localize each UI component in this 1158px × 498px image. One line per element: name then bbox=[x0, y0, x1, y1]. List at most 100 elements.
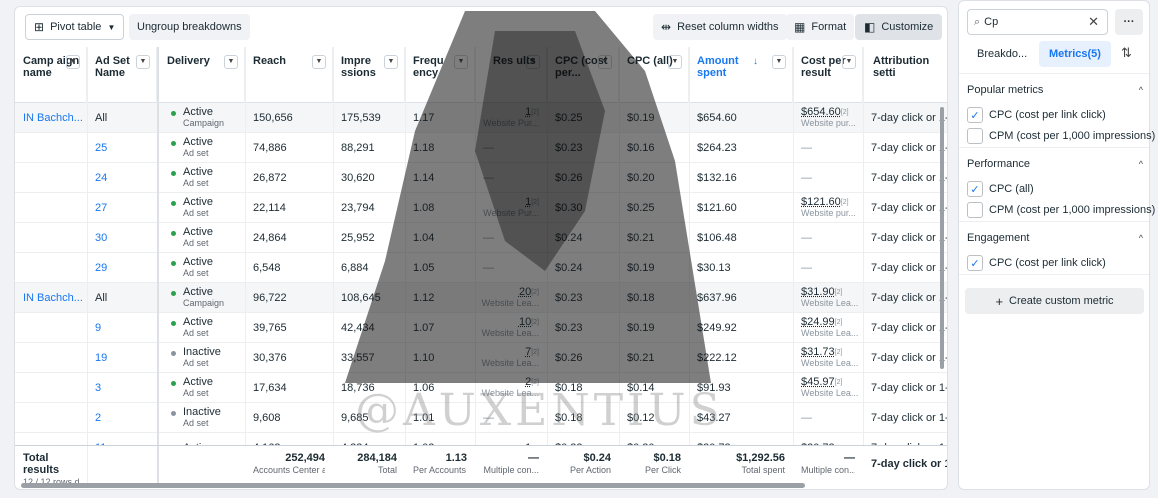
header-attribution-setting[interactable]: Attribution setti bbox=[863, 47, 947, 103]
section-header[interactable]: Popular metrics ^ bbox=[967, 81, 1143, 99]
table-row[interactable]: 25 Active Ad set 74,886 88,291 1.18— $0.23 $0.1… bbox=[15, 133, 947, 163]
checkbox-checked[interactable]: ✓ bbox=[967, 107, 983, 123]
checkbox-unchecked[interactable] bbox=[967, 202, 983, 218]
header-amount-spent[interactable]: Amount spent ▼ bbox=[689, 47, 793, 103]
header-frequency[interactable]: Frequ ency ▼ bbox=[405, 47, 475, 103]
chevron-down-icon[interactable]: ▼ bbox=[668, 55, 682, 69]
adset-cell[interactable]: 30 bbox=[87, 223, 157, 253]
adset-cell[interactable]: 3 bbox=[87, 373, 157, 403]
adset-cell[interactable]: 11 bbox=[87, 433, 157, 445]
adset-cell[interactable]: All bbox=[87, 283, 157, 313]
cell-value[interactable]: $121.60 bbox=[801, 197, 841, 208]
tab-breakdowns[interactable]: Breakdo... bbox=[967, 41, 1037, 67]
metric-option[interactable]: CPM (cost per 1,000 impressions) bbox=[967, 200, 1155, 220]
campaign-cell[interactable] bbox=[15, 343, 87, 373]
more-options-button[interactable]: ··· bbox=[1115, 9, 1143, 35]
header-results[interactable]: Res ults ▼ bbox=[475, 47, 547, 103]
metric-option[interactable]: CPM (cost per 1,000 impressions) bbox=[967, 126, 1155, 146]
campaign-cell[interactable] bbox=[15, 373, 87, 403]
chevron-up-icon[interactable]: ^ bbox=[1139, 233, 1143, 243]
adset-cell[interactable]: 24 bbox=[87, 163, 157, 193]
cell-value[interactable]: $24.99 bbox=[801, 317, 835, 328]
table-row[interactable]: IN Bachch... All Active Campaign 150,656 175,… bbox=[15, 103, 947, 133]
table-row[interactable]: 9 Active Ad set 39,765 42,434 1.07 10 [2] Websit… bbox=[15, 313, 947, 343]
reset-column-widths-button[interactable]: ⇹ Reset column widths bbox=[653, 14, 787, 40]
adset-cell[interactable]: 2 bbox=[87, 403, 157, 433]
campaign-cell[interactable] bbox=[15, 223, 87, 253]
section-header[interactable]: Performance ^ bbox=[967, 155, 1143, 173]
header-reach[interactable]: Reach ▼ bbox=[245, 47, 333, 103]
cell-value[interactable]: $31.73 bbox=[801, 347, 835, 358]
close-icon[interactable]: ✕ bbox=[1088, 14, 1099, 30]
section-header[interactable]: Engagement ^ bbox=[967, 229, 1143, 247]
campaign-cell[interactable] bbox=[15, 433, 87, 445]
adset-cell[interactable]: 25 bbox=[87, 133, 157, 163]
cell-value[interactable]: $31.90 bbox=[801, 287, 835, 298]
adset-cell[interactable]: 29 bbox=[87, 253, 157, 283]
campaign-cell[interactable] bbox=[15, 193, 87, 223]
ungroup-breakdowns-button[interactable]: Ungroup breakdowns bbox=[129, 14, 250, 40]
horizontal-scrollbar[interactable] bbox=[21, 483, 805, 488]
cell-value[interactable]: 10 bbox=[519, 317, 531, 328]
chevron-down-icon[interactable]: ▼ bbox=[66, 55, 80, 69]
campaign-cell[interactable] bbox=[15, 163, 87, 193]
customize-button[interactable]: ◧ Customize bbox=[855, 14, 943, 40]
table-row[interactable]: IN Bachch... All Active Campaign 96,722 108,6… bbox=[15, 283, 947, 313]
header-impressions[interactable]: Impre ssions ▼ bbox=[333, 47, 405, 103]
campaign-cell[interactable] bbox=[15, 313, 87, 343]
totals-value: 252,494 bbox=[285, 452, 325, 464]
campaign-cell[interactable] bbox=[15, 403, 87, 433]
chevron-down-icon[interactable]: ▼ bbox=[598, 55, 612, 69]
chevron-up-icon[interactable]: ^ bbox=[1139, 85, 1143, 95]
table-row[interactable]: 24 Active Ad set 26,872 30,620 1.14— $0.26 $0.2… bbox=[15, 163, 947, 193]
sort-icon[interactable]: ⇅ bbox=[1121, 45, 1132, 61]
metric-option[interactable]: ✓ CPC (cost per link click) bbox=[967, 105, 1151, 125]
table-row[interactable]: 19 Inactive Ad set 30,376 33,557 1.10 7 [2] Webs… bbox=[15, 343, 947, 373]
cell-value[interactable]: 20 bbox=[519, 287, 531, 298]
campaign-cell[interactable]: IN Bachch... bbox=[15, 103, 87, 133]
header-ad-set-name[interactable]: Ad Set Name ▼ bbox=[87, 47, 157, 103]
chevron-down-icon[interactable]: ▼ bbox=[136, 55, 150, 69]
metric-option[interactable]: ✓ CPC (all) bbox=[967, 179, 1151, 199]
chevron-down-icon[interactable]: ▼ bbox=[842, 55, 856, 69]
create-custom-metric-button[interactable]: + Create custom metric bbox=[965, 288, 1144, 314]
chevron-down-icon[interactable]: ▼ bbox=[526, 55, 540, 69]
chevron-down-icon[interactable]: ▼ bbox=[454, 55, 468, 69]
adset-cell[interactable]: 27 bbox=[87, 193, 157, 223]
cpc-all-cell: $0.18 bbox=[627, 292, 655, 304]
campaign-cell[interactable] bbox=[15, 133, 87, 163]
checkbox-unchecked[interactable] bbox=[967, 128, 983, 144]
chevron-down-icon[interactable]: ▼ bbox=[224, 55, 238, 69]
chevron-down-icon[interactable]: ▼ bbox=[772, 55, 786, 69]
cell-value[interactable]: $45.97 bbox=[801, 377, 835, 388]
table-row[interactable]: 11Active4,1634,2341.021[2]$0.22$0.20$30.… bbox=[15, 433, 947, 445]
header-cpc-link[interactable]: CPC (cost per... ▼ bbox=[547, 47, 619, 103]
checkbox-checked[interactable]: ✓ bbox=[967, 181, 983, 197]
chevron-down-icon[interactable]: ▼ bbox=[312, 55, 326, 69]
table-row[interactable]: 3 Active Ad set 17,634 18,736 1.06 2 [2] Website… bbox=[15, 373, 947, 403]
checkbox-checked[interactable]: ✓ bbox=[967, 255, 983, 271]
format-button[interactable]: ▦ Format bbox=[786, 14, 855, 40]
adset-cell[interactable]: 9 bbox=[87, 313, 157, 343]
chevron-down-icon[interactable]: ▼ bbox=[384, 55, 398, 69]
header-cost-per-result[interactable]: Cost per result ▼ bbox=[793, 47, 863, 103]
tab-metrics[interactable]: Metrics(5) bbox=[1039, 41, 1111, 67]
header-campaign-name[interactable]: Camp aign name ▼ bbox=[15, 47, 87, 103]
table-row[interactable]: 30 Active Ad set 24,864 25,952 1.04— $0.24 $0.2… bbox=[15, 223, 947, 253]
chevron-up-icon[interactable]: ^ bbox=[1139, 159, 1143, 169]
campaign-cell[interactable] bbox=[15, 253, 87, 283]
adset-cell[interactable]: All bbox=[87, 103, 157, 133]
adset-cell[interactable]: 19 bbox=[87, 343, 157, 373]
metric-search-input[interactable] bbox=[984, 16, 1065, 28]
header-cpc-all[interactable]: CPC (all) ▼ bbox=[619, 47, 689, 103]
table-row[interactable]: 2 Inactive Ad set 9,608 9,685 1.01— $0.18 $0.12… bbox=[15, 403, 947, 433]
table-row[interactable]: 27 Active Ad set 22,114 23,794 1.08 1 [2] Websit… bbox=[15, 193, 947, 223]
vertical-scrollbar[interactable] bbox=[940, 107, 944, 369]
campaign-cell[interactable]: IN Bachch... bbox=[15, 283, 87, 313]
metric-search-field[interactable]: ⌕ ✕ bbox=[967, 9, 1108, 35]
pivot-table-dropdown[interactable]: ⊞ Pivot table ▼ bbox=[25, 14, 125, 40]
header-delivery[interactable]: Delivery ▼ bbox=[159, 47, 245, 103]
metric-option[interactable]: ✓ CPC (cost per link click) bbox=[967, 253, 1151, 273]
table-row[interactable]: 29 Active Ad set 6,548 6,884 1.05— $0.24 $0.19 $… bbox=[15, 253, 947, 283]
cell-value[interactable]: $654.60 bbox=[801, 107, 841, 118]
